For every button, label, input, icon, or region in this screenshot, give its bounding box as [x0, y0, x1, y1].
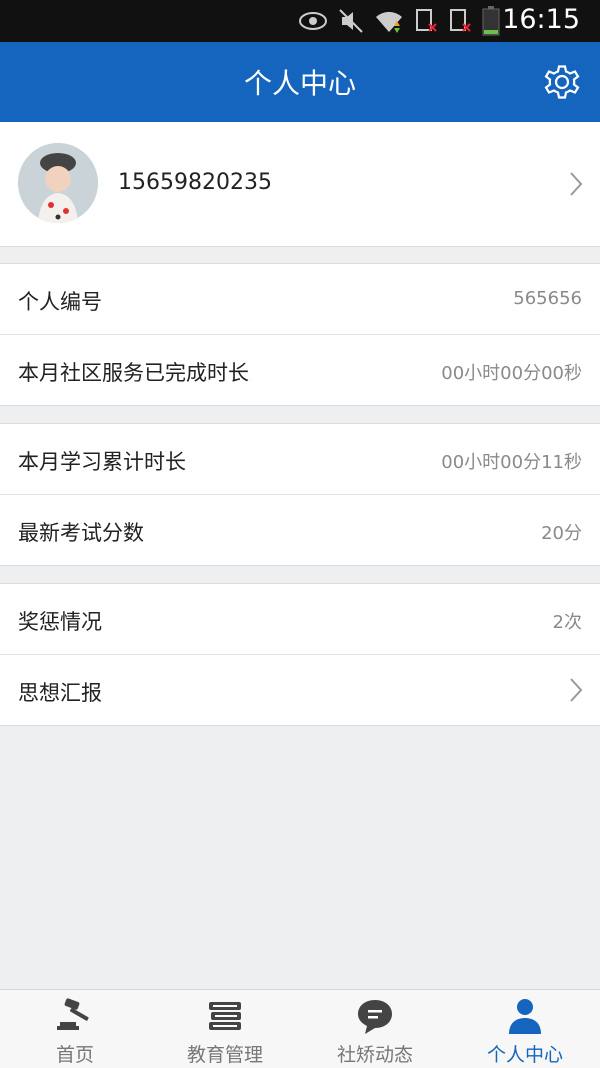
- books-icon: [209, 1002, 241, 1030]
- battery-icon: [482, 6, 500, 36]
- row-study-time: 本月学习累计时长 00小时00分11秒: [0, 424, 600, 495]
- eye-icon: [299, 12, 327, 30]
- app-header: 个人中心: [0, 42, 600, 122]
- row-latest-exam-score: 最新考试分数 20分: [0, 495, 600, 565]
- info-group-study: 本月学习累计时长 00小时00分11秒 最新考试分数 20分: [0, 423, 600, 566]
- status-icons: [298, 6, 500, 36]
- row-label: 思想汇报: [18, 681, 102, 705]
- status-bar: 16:15: [0, 0, 600, 42]
- chevron-right-icon: [570, 172, 583, 196]
- tab-home[interactable]: 首页: [0, 990, 150, 1068]
- page-title: 个人中心: [243, 67, 356, 100]
- tab-label: 首页: [55, 1044, 94, 1066]
- row-value: 20分: [541, 523, 582, 544]
- tab-label: 个人中心: [486, 1044, 563, 1066]
- tab-news[interactable]: 社矫动态: [300, 990, 450, 1068]
- row-value: 2次: [552, 612, 582, 633]
- avatar-photo: [18, 143, 98, 223]
- user-phone: 15659820235: [118, 170, 272, 195]
- row-label: 本月社区服务已完成时长: [18, 361, 249, 385]
- person-icon: [509, 999, 541, 1034]
- row-value: 00小时00分00秒: [441, 363, 582, 384]
- avatar: [18, 143, 98, 223]
- row-label: 本月学习累计时长: [18, 450, 186, 474]
- tab-label: 教育管理: [186, 1044, 263, 1066]
- row-value: 565656: [513, 288, 582, 309]
- row-thought-report[interactable]: 思想汇报: [0, 655, 600, 725]
- gavel-icon: [57, 998, 89, 1030]
- row-label: 奖惩情况: [18, 610, 102, 634]
- status-time: 16:15: [502, 4, 580, 35]
- info-group-records: 奖惩情况 2次 思想汇报: [0, 583, 600, 726]
- sim2-icon: [450, 9, 471, 32]
- row-label: 个人编号: [18, 290, 102, 314]
- tab-education[interactable]: 教育管理: [150, 990, 300, 1068]
- profile-card[interactable]: 15659820235: [0, 122, 600, 247]
- row-community-service-time: 本月社区服务已完成时长 00小时00分00秒: [0, 335, 600, 405]
- info-group-basic: 个人编号 565656 本月社区服务已完成时长 00小时00分00秒: [0, 263, 600, 406]
- chevron-right-icon: [570, 678, 583, 702]
- chat-bubble-icon: [358, 1000, 392, 1034]
- bottom-tab-bar: 首页 教育管理 社矫动态 个人中心: [0, 989, 600, 1068]
- wifi-icon: [376, 11, 402, 33]
- row-personal-id: 个人编号 565656: [0, 264, 600, 335]
- row-value: 00小时00分11秒: [441, 452, 582, 473]
- tab-personal-center[interactable]: 个人中心: [450, 990, 600, 1068]
- mute-icon: [339, 9, 363, 33]
- tab-label: 社矫动态: [336, 1044, 413, 1066]
- sim1-icon: [416, 9, 437, 32]
- row-rewards-penalties[interactable]: 奖惩情况 2次: [0, 584, 600, 655]
- row-label: 最新考试分数: [18, 521, 144, 545]
- settings-gear-icon[interactable]: [540, 60, 584, 104]
